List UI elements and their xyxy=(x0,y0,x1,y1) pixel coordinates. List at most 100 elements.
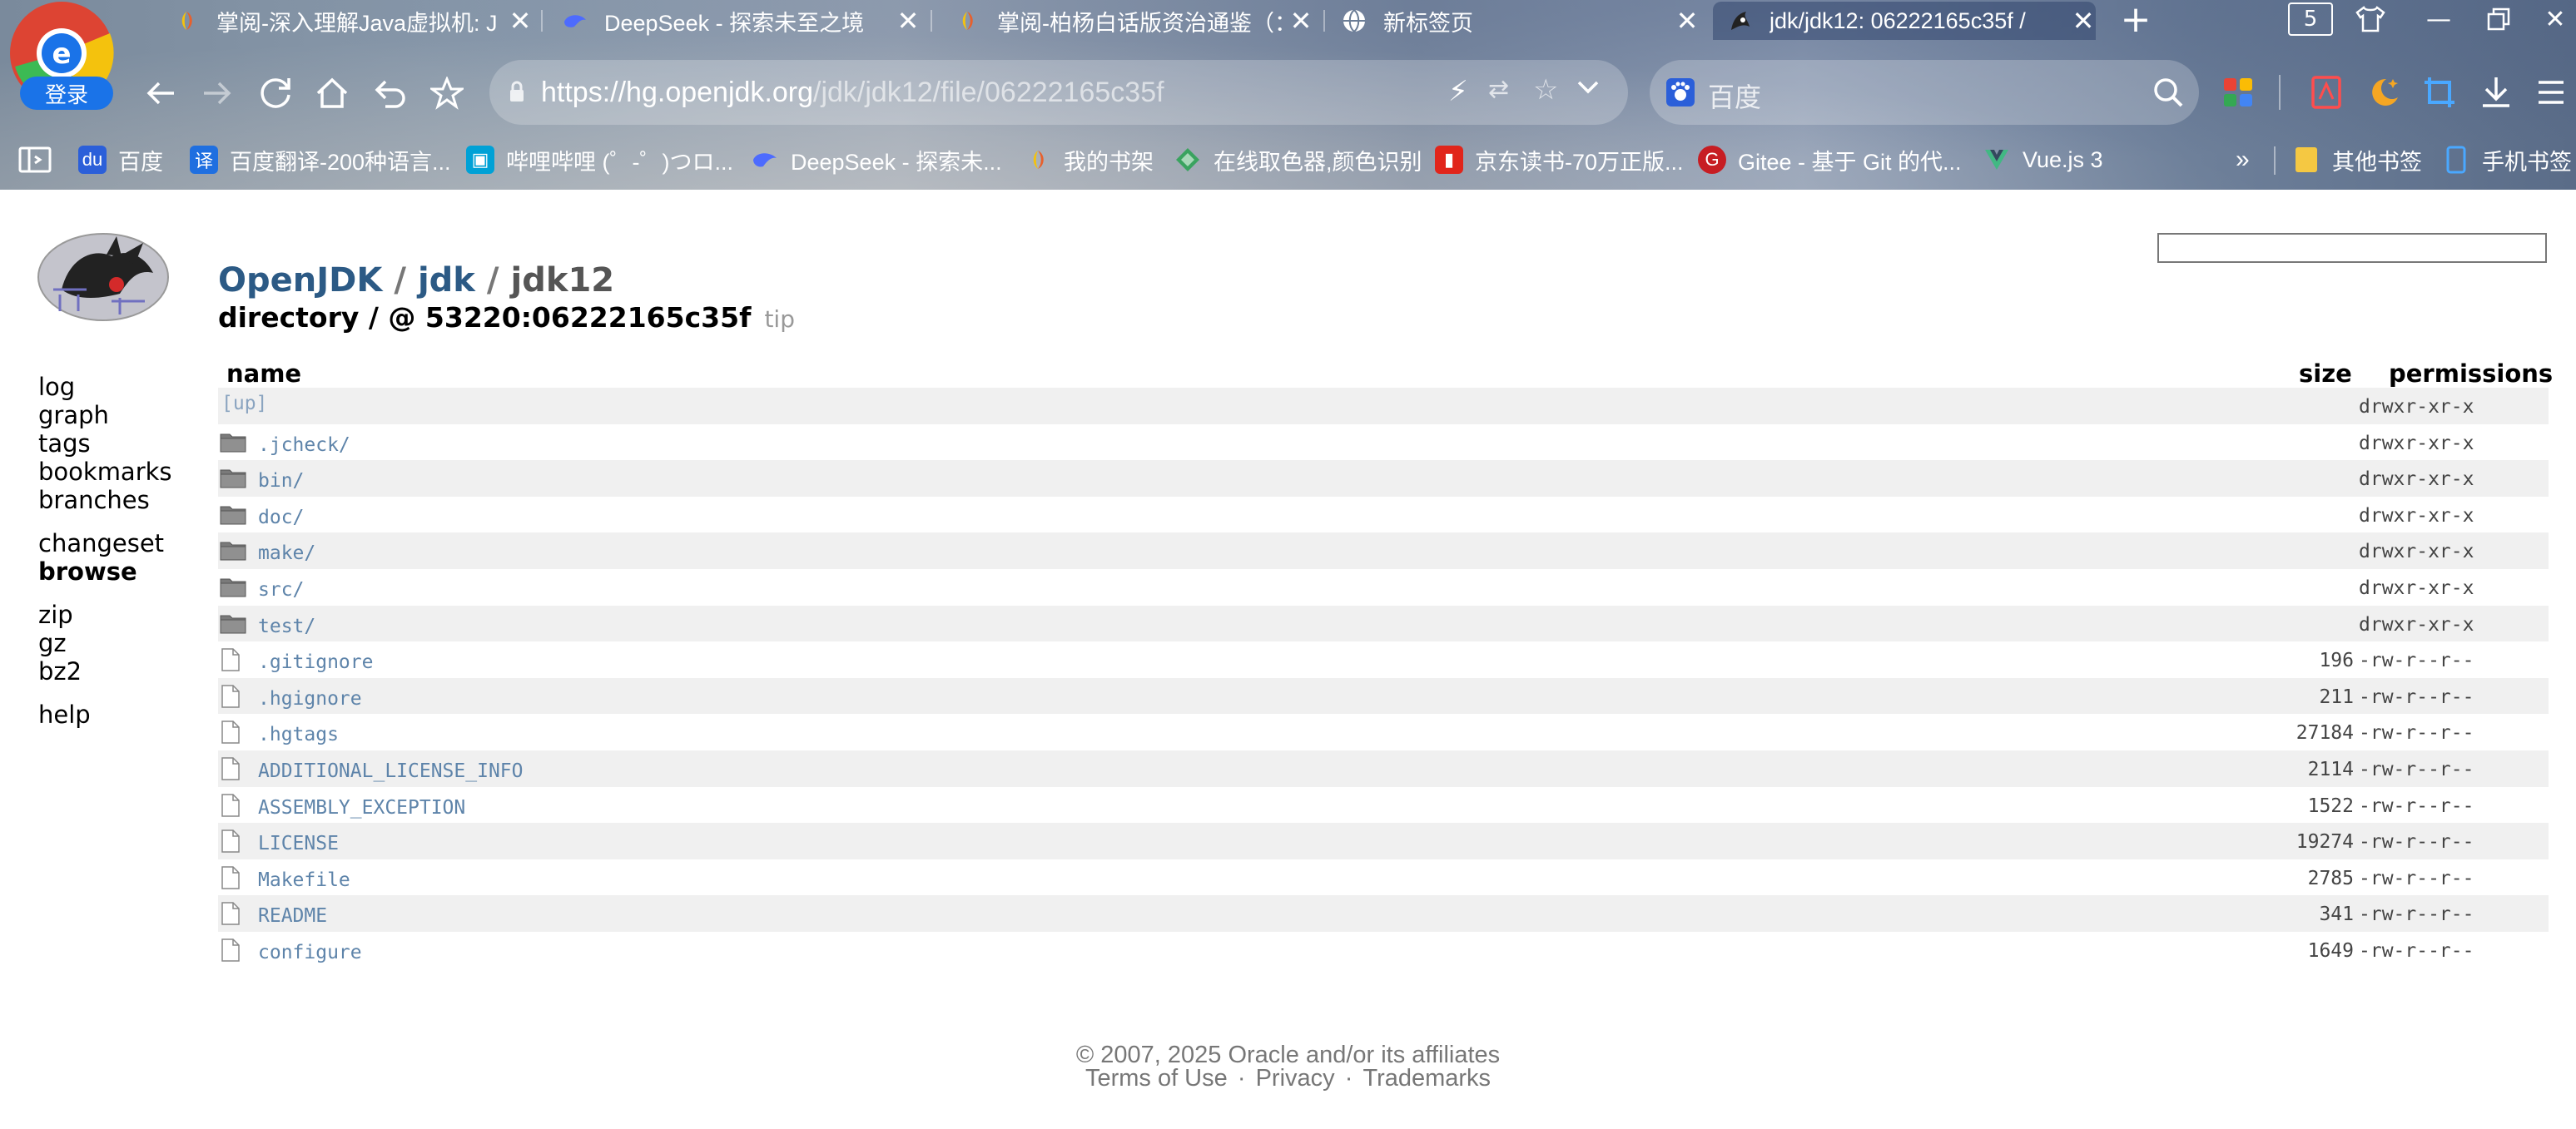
close-icon[interactable]: ✕ xyxy=(1675,5,1700,37)
file-link[interactable]: ADDITIONAL_LICENSE_INFO xyxy=(258,760,524,782)
bookmark-bookshelf[interactable]: 我的书架 xyxy=(1024,138,1154,181)
favorite-icon[interactable]: ☆ xyxy=(1533,73,1558,106)
tab-zizhitongjian[interactable]: 掌阅-柏杨白话版资治通鉴（： ✕ xyxy=(955,2,1313,40)
directory-link[interactable]: bin/ xyxy=(258,470,304,492)
privacy-link[interactable]: Privacy xyxy=(1256,1065,1335,1092)
file-link[interactable]: Makefile xyxy=(258,869,350,891)
file-list: [up] drwxr-xr-x .jcheck/drwxr-xr-x bin/dr… xyxy=(218,388,2549,968)
directory-link[interactable]: test/ xyxy=(258,616,315,637)
tab-title: DeepSeek - 探索未至之境 xyxy=(604,10,865,36)
svg-text:e: e xyxy=(52,37,71,71)
bookmark-deepseek[interactable]: DeepSeek - 探索未... xyxy=(751,138,1002,181)
file-link[interactable]: .gitignore xyxy=(258,651,373,673)
mercurial-logo-icon[interactable] xyxy=(37,231,170,323)
download-icon[interactable] xyxy=(2475,72,2517,113)
other-bookmarks-folder[interactable]: 其他书签 xyxy=(2292,138,2422,181)
back-icon[interactable] xyxy=(140,73,181,113)
menu-icon[interactable] xyxy=(2530,72,2572,113)
sidebar-toggle-icon[interactable] xyxy=(18,138,52,181)
file-size: 1522 xyxy=(2307,795,2354,817)
folder-icon xyxy=(220,431,246,454)
close-icon[interactable]: ✕ xyxy=(2071,5,2096,37)
bookmark-bilibili[interactable]: ▣ 哔哩哔哩 (゜-゜)つロ... xyxy=(466,138,733,181)
table-row: ADDITIONAL_LICENSE_INFO 2114 -rw-r--r-- xyxy=(218,750,2549,787)
file-permissions: -rw-r--r-- xyxy=(2359,867,2474,889)
sidebar-item-tags[interactable]: tags xyxy=(38,429,172,458)
skin-icon[interactable] xyxy=(2345,0,2395,38)
sidebar-item-help[interactable]: help xyxy=(38,701,172,729)
night-mode-icon[interactable] xyxy=(2364,72,2405,113)
directory-link[interactable]: make/ xyxy=(258,542,315,564)
breadcrumb-jdk-link[interactable]: jdk xyxy=(418,261,475,300)
breadcrumb-openjdk-link[interactable]: OpenJDK xyxy=(218,261,382,300)
bookmark-label: 在线取色器,颜色识别 xyxy=(1214,149,1422,175)
breadcrumb-separator: / xyxy=(394,261,406,300)
trademarks-link[interactable]: Trademarks xyxy=(1362,1065,1491,1092)
tip-tag: tip xyxy=(764,305,795,333)
directory-link[interactable]: .jcheck/ xyxy=(258,434,350,456)
file-link[interactable]: configure xyxy=(258,942,362,963)
bookmark-gitee[interactable]: G Gitee - 基于 Git 的代... xyxy=(1698,138,1962,181)
tab-new-tab[interactable]: 新标签页 ✕ xyxy=(1342,2,1700,40)
directory-link[interactable]: doc/ xyxy=(258,507,304,528)
file-permissions: drwxr-xr-x xyxy=(2359,577,2474,599)
forward-icon[interactable] xyxy=(196,73,238,113)
restore-icon[interactable] xyxy=(2474,0,2524,38)
sidebar-item-changeset[interactable]: changeset xyxy=(38,529,172,557)
search-input[interactable] xyxy=(2157,233,2547,263)
bookmarks-more-button[interactable]: » xyxy=(2236,138,2250,181)
file-link[interactable]: .hgignore xyxy=(258,688,362,710)
up-link[interactable]: [up] xyxy=(221,393,267,414)
close-icon[interactable]: ✕ xyxy=(896,5,921,37)
bookmark-star-icon[interactable] xyxy=(426,73,468,113)
sidebar-item-branches[interactable]: branches xyxy=(38,486,172,514)
file-link[interactable]: .hgtags xyxy=(258,724,339,745)
file-link[interactable]: ASSEMBLY_EXCEPTION xyxy=(258,797,465,819)
tab-deepseek[interactable]: DeepSeek - 探索未至之境 ✕ xyxy=(563,2,921,40)
bookmark-label: 京东读书-70万正版... xyxy=(1475,149,1684,175)
close-icon[interactable]: ✕ xyxy=(1288,5,1313,37)
sidebar-item-gz[interactable]: gz xyxy=(38,629,172,657)
login-button[interactable]: 登录 xyxy=(20,77,113,110)
bookmark-vuejs[interactable]: Vue.js 3 xyxy=(1983,138,2103,181)
color-picker-icon xyxy=(1174,146,1202,174)
close-icon[interactable]: ✕ xyxy=(508,5,533,37)
file-icon xyxy=(220,793,246,817)
crop-icon[interactable] xyxy=(2419,72,2460,113)
tab-count-button[interactable]: 5 xyxy=(2286,0,2335,38)
search-box[interactable]: 百度 xyxy=(1650,60,2199,125)
close-window-icon[interactable]: ✕ xyxy=(2530,0,2576,38)
sidebar-item-graph[interactable]: graph xyxy=(38,401,172,429)
footer-separator: · xyxy=(1344,1065,1353,1092)
bookmark-jd-reading[interactable]: ▮ 京东读书-70万正版... xyxy=(1435,138,1684,181)
new-tab-icon[interactable]: + xyxy=(2111,0,2161,41)
address-bar[interactable]: https://hg.openjdk.org/jdk/jdk12/file/06… xyxy=(489,60,1628,125)
directory-link[interactable]: src/ xyxy=(258,579,304,601)
undo-icon[interactable] xyxy=(370,73,411,113)
search-icon[interactable] xyxy=(2152,77,2184,111)
lightning-icon[interactable]: ⚡ xyxy=(1448,75,1468,108)
sidebar-item-log[interactable]: log xyxy=(38,373,172,401)
sidebar-item-bookmarks[interactable]: bookmarks xyxy=(38,458,172,486)
tab-jdk12[interactable]: jdk/jdk12: 06222165c35f / ✕ xyxy=(1713,2,2096,40)
bookmarks-bar: du 百度 译百度翻译-200种语言... ▣ 哔哩哔哩 (゜-゜)つロ... De… xyxy=(0,138,2576,181)
file-link[interactable]: README xyxy=(258,905,327,927)
chevron-down-icon[interactable] xyxy=(1576,80,1600,98)
bookmark-baidu-translate[interactable]: 译百度翻译-200种语言... xyxy=(190,138,451,181)
terms-of-use-link[interactable]: Terms of Use xyxy=(1085,1065,1228,1092)
apps-icon[interactable] xyxy=(2217,72,2259,113)
mobile-bookmarks-folder[interactable]: 手机书签 xyxy=(2442,138,2572,181)
file-link[interactable]: LICENSE xyxy=(258,833,339,854)
url-path: /jdk/jdk12/file/06222165c35f xyxy=(813,77,1164,108)
minimize-icon[interactable]: — xyxy=(2414,0,2464,38)
bookmark-baidu[interactable]: du 百度 xyxy=(78,138,163,181)
home-icon[interactable] xyxy=(311,73,353,113)
bookmark-color-picker[interactable]: 在线取色器,颜色识别 xyxy=(1174,138,1422,181)
tab-java-vm[interactable]: 掌阅-深入理解Java虚拟机: J ✕ xyxy=(175,2,533,40)
url-host: https://hg.openjdk.org xyxy=(541,77,814,108)
translate-icon[interactable]: ⇄ xyxy=(1488,75,1509,104)
sidebar-item-zip[interactable]: zip xyxy=(38,601,172,629)
sidebar-item-bz2[interactable]: bz2 xyxy=(38,657,172,686)
pdf-icon[interactable] xyxy=(2305,72,2347,113)
reload-icon[interactable] xyxy=(255,73,296,113)
